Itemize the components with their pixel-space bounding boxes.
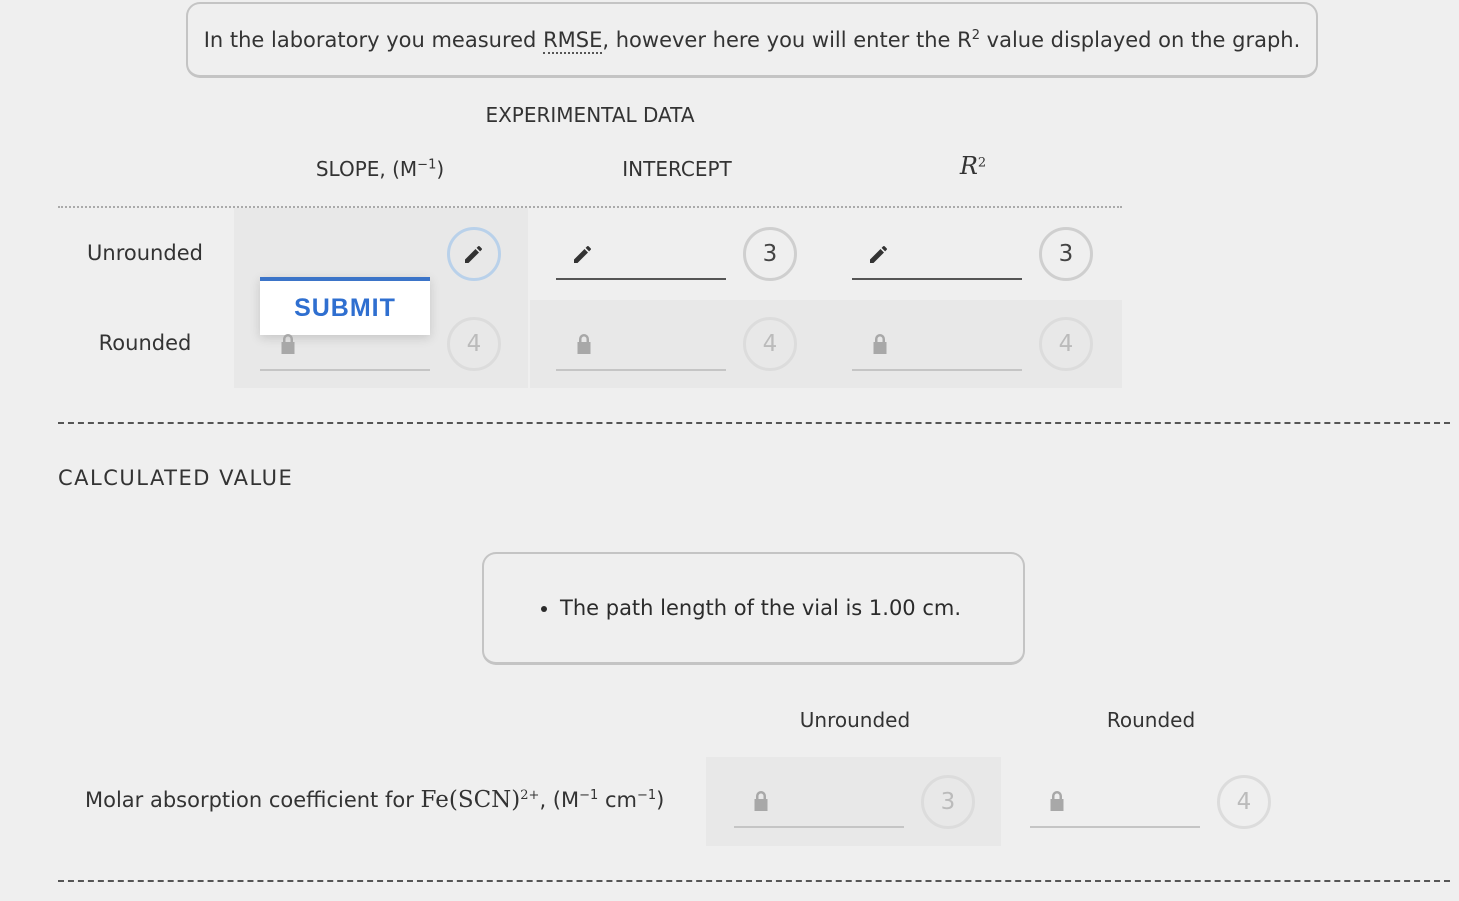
calc-column-rounded: Rounded — [1106, 708, 1196, 732]
column-header-r2: R2 — [853, 152, 1093, 180]
units-a: , (M — [539, 788, 580, 812]
r2-unrounded-badge: 3 — [1039, 227, 1093, 281]
formula-charge: 2+ — [520, 788, 540, 803]
submit-button[interactable]: SUBMIT — [260, 277, 430, 335]
section-divider — [58, 422, 1450, 424]
lock-icon — [754, 791, 768, 811]
table-top-divider — [58, 206, 1122, 208]
calc-unrounded-badge: 3 — [921, 775, 975, 829]
formula: Fe(SCN) — [420, 787, 521, 813]
units-a-sup: −1 — [579, 788, 599, 803]
calc-rounded-field — [1030, 826, 1200, 828]
calc-unrounded-field — [734, 826, 904, 828]
row-label-rounded: Rounded — [98, 331, 192, 355]
slope-unit-sup: −1 — [417, 157, 437, 173]
hint-box: The path length of the vial is 1.00 cm. — [482, 552, 1025, 665]
units-close: ) — [656, 788, 665, 812]
pencil-icon — [465, 246, 482, 263]
slope-rounded-field — [260, 369, 430, 371]
pencil-icon — [574, 246, 591, 263]
intercept-unrounded-input[interactable] — [556, 278, 726, 280]
rmse-abbreviation[interactable]: RMSE — [543, 27, 603, 54]
molar-label-prefix: Molar absorption coefficient for — [85, 788, 421, 812]
r2-base: R — [959, 152, 978, 180]
calc-column-unrounded: Unrounded — [799, 708, 911, 732]
intercept-rounded-field — [556, 369, 726, 371]
instruction-notice: In the laboratory you measured RMSE, how… — [186, 2, 1318, 78]
calc-rounded-badge: 4 — [1217, 775, 1271, 829]
r2-sup: 2 — [977, 155, 987, 171]
lock-icon — [281, 334, 295, 354]
experimental-data-title: EXPERIMENTAL DATA — [485, 103, 695, 127]
r2-unrounded-input[interactable] — [852, 278, 1022, 280]
units-b-sup: −1 — [636, 788, 657, 803]
slope-label: SLOPE, (M — [315, 157, 418, 181]
lock-icon — [1050, 791, 1064, 811]
intercept-unrounded-badge: 3 — [743, 227, 797, 281]
notice-text-after: value displayed on the graph. — [979, 27, 1301, 52]
units-b: cm — [598, 788, 637, 812]
column-header-intercept: INTERCEPT — [622, 157, 732, 181]
pencil-icon — [870, 246, 887, 263]
hint-item: The path length of the vial is 1.00 cm. — [560, 596, 961, 620]
lock-icon — [873, 334, 887, 354]
slope-close: ) — [436, 157, 445, 181]
r2-rounded-field — [852, 369, 1022, 371]
notice-superscript: 2 — [971, 27, 980, 43]
slope-unrounded-edit-button[interactable] — [447, 227, 501, 281]
r2-rounded-badge: 4 — [1039, 317, 1093, 371]
notice-text-before: In the laboratory you measured — [203, 27, 537, 52]
molar-coefficient-label: Molar absorption coefficient for Fe(SCN)… — [85, 787, 664, 813]
lock-icon — [577, 334, 591, 354]
row-label-unrounded: Unrounded — [87, 241, 203, 265]
slope-rounded-badge: 4 — [447, 317, 501, 371]
column-header-slope: SLOPE, (M−1) — [260, 157, 500, 181]
intercept-rounded-badge: 4 — [743, 317, 797, 371]
bottom-divider — [58, 880, 1450, 882]
notice-text-middle: , however here you will enter the R — [602, 27, 972, 52]
calculated-value-title: CALCULATED VALUE — [58, 466, 294, 490]
hint-list: The path length of the vial is 1.00 cm. — [524, 596, 961, 620]
